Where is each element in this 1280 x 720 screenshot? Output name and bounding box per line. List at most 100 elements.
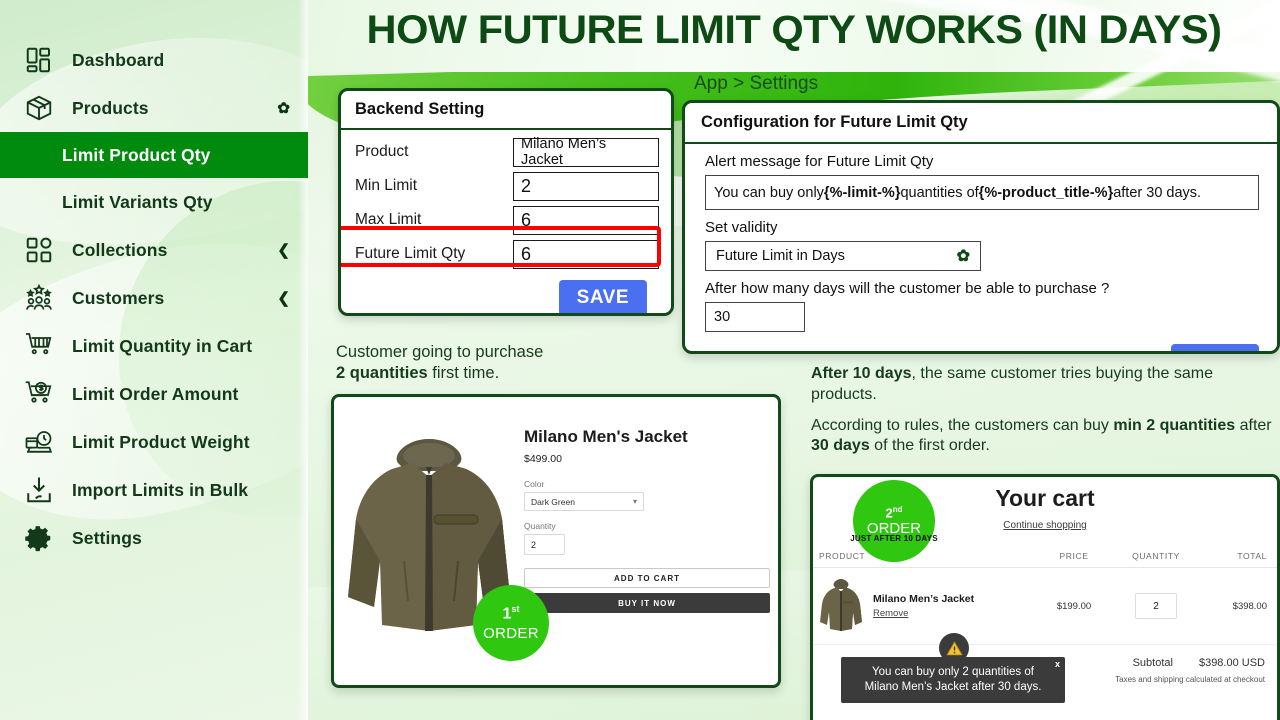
middle-caption-line1: Customer going to purchase xyxy=(336,343,544,361)
sidebar-item-import-limits-in-bulk[interactable]: Import Limits in Bulk xyxy=(0,466,308,514)
quantity-label: Quantity xyxy=(524,521,556,531)
sidebar-item-label: Limit Order Amount xyxy=(72,383,239,404)
chevron-left-icon[interactable]: ❮ xyxy=(277,289,290,307)
product-field[interactable]: Milano Men’s Jacket xyxy=(513,136,659,168)
weight-icon xyxy=(22,425,56,459)
cart-dollar-icon xyxy=(22,377,56,411)
cart-subtotal-value: $398.00 USD xyxy=(1198,657,1265,669)
right-caption-text-2a: According to rules, the customers can bu… xyxy=(811,416,1114,434)
tooltip-line-2: Milano Men’s Jacket after 30 days. xyxy=(864,680,1042,693)
sidebar-item-limit-product-qty[interactable]: Limit Product Qty xyxy=(0,132,308,178)
sidebar-item-settings[interactable]: Settings xyxy=(0,514,308,562)
backend-setting-panel: Backend Setting Product Milano Men’s Jac… xyxy=(338,88,674,316)
alert-token-product-title: {%-product_title-%} xyxy=(978,184,1114,201)
gear-icon xyxy=(22,521,56,555)
middle-caption-tail: first time. xyxy=(427,364,500,383)
days-input[interactable]: 30 xyxy=(705,302,805,332)
sidebar-item-products[interactable]: Products ✿ xyxy=(0,84,308,132)
right-caption-paragraph-2: According to rules, the customers can bu… xyxy=(811,416,1280,458)
backend-label-future-limit-qty: Future Limit Qty xyxy=(355,245,466,262)
cart-icon xyxy=(22,329,56,363)
sidebar-item-limit-order-amount[interactable]: Limit Order Amount xyxy=(0,370,308,418)
backend-label-max-limit: Max Limit xyxy=(355,211,422,228)
first-order-badge: 1st ORDER xyxy=(473,585,549,661)
set-validity-select[interactable]: Future Limit in Days ✿ xyxy=(705,241,981,271)
alert-token-limit: {%-limit-%} xyxy=(823,184,901,201)
sidebar-item-collections[interactable]: Collections ❮ xyxy=(0,226,308,274)
cart-quantity-input[interactable]: 2 xyxy=(1135,593,1177,619)
right-caption-paragraph-1: After 10 days, the same customer tries b… xyxy=(811,364,1280,406)
right-caption-text-2d: of the first order. xyxy=(869,437,990,455)
product-image-column: 1st ORDER xyxy=(334,397,549,685)
cart-product-price: $199.00 xyxy=(1056,600,1092,612)
right-caption-bold-3: 30 days xyxy=(811,437,870,455)
cart-inner: Your cart Continue shopping PRODUCT PRIC… xyxy=(813,477,1277,720)
customers-icon xyxy=(22,281,56,315)
sidebar-item-label: Limit Variants Qty xyxy=(62,191,213,212)
sidebar-menu: Dashboard Products ✿ Limit Product Qty L… xyxy=(0,0,308,562)
alert-message-input[interactable]: You can buy only {%-limit-%} quantities … xyxy=(705,175,1259,210)
sidebar-item-limit-variants-qty[interactable]: Limit Variants Qty xyxy=(0,178,308,226)
limit-warning-tooltip: x You can buy only 2 quantities of Milan… xyxy=(841,657,1065,703)
sidebar-item-label: Import Limits in Bulk xyxy=(72,479,249,500)
backend-row-product: Product Milano Men’s Jacket xyxy=(355,136,659,168)
warning-triangle-icon xyxy=(946,641,962,655)
quantity-input[interactable]: 2 xyxy=(524,534,565,555)
box-icon xyxy=(22,91,56,125)
sidebar-item-limit-product-weight[interactable]: Limit Product Weight xyxy=(0,418,308,466)
future-limit-qty-field[interactable]: 6 xyxy=(513,239,659,269)
sidebar-item-dashboard[interactable]: Dashboard xyxy=(0,36,308,84)
jacket-thumb-icon xyxy=(820,579,862,631)
configuration-body: Alert message for Future Limit Qty You c… xyxy=(685,144,1277,351)
sidebar-item-label: Limit Product Weight xyxy=(72,431,250,452)
backend-row-future-limit-qty: Future Limit Qty 6 xyxy=(355,238,659,270)
cart-product-cell: Milano Men’s Jacket Remove xyxy=(819,576,1037,636)
close-icon[interactable]: x xyxy=(1055,659,1060,671)
color-select[interactable]: Dark Green ▾ xyxy=(524,492,644,511)
set-validity-value: Future Limit in Days xyxy=(716,248,845,264)
backend-save-row: SAVE xyxy=(355,272,659,313)
breadcrumb: App > Settings xyxy=(694,73,819,94)
sidebar-item-label: Collections xyxy=(72,239,168,260)
cart-header-quantity: QUANTITY xyxy=(1132,551,1180,561)
page-title: HOW FUTURE LIMIT QTY WORKS (IN DAYS) xyxy=(366,8,1222,52)
sidebar-item-label: Limit Product Qty xyxy=(62,144,211,165)
chevron-down-icon[interactable]: ✿ xyxy=(277,99,290,117)
second-order-subtext: JUST AFTER 10 DAYS xyxy=(850,534,938,543)
sidebar-item-label: Customers xyxy=(72,287,165,308)
product-detail-card: 1st ORDER Milano Men's Jacket $499.00 Co… xyxy=(331,394,781,688)
min-limit-field[interactable]: 2 xyxy=(513,171,659,201)
import-icon xyxy=(22,473,56,507)
backend-save-button[interactable]: SAVE xyxy=(558,280,647,313)
first-order-number: 1st xyxy=(502,604,520,623)
alert-text-part1: You can buy only xyxy=(714,184,824,201)
alert-text-part2: quantities of xyxy=(900,184,979,201)
sidebar-item-customers[interactable]: Customers ❮ xyxy=(0,274,308,322)
add-to-cart-button[interactable]: ADD TO CART xyxy=(524,568,770,588)
cart-card: Your cart Continue shopping PRODUCT PRIC… xyxy=(810,474,1280,720)
sidebar-item-limit-quantity-in-cart[interactable]: Limit Quantity in Cart xyxy=(0,322,308,370)
right-caption: After 10 days, the same customer tries b… xyxy=(811,364,1280,467)
cart-subtotal-label: Subtotal xyxy=(1132,657,1173,669)
buy-it-now-button[interactable]: BUY IT NOW xyxy=(524,593,770,613)
configuration-save-button[interactable]: SAVE xyxy=(1170,344,1259,351)
second-order-number: 2nd xyxy=(885,504,903,521)
chevron-down-icon: ▾ xyxy=(632,497,637,506)
cart-product-info: Milano Men’s Jacket Remove xyxy=(873,593,974,619)
days-question-label: After how many days will the customer be… xyxy=(705,280,1110,297)
max-limit-field[interactable]: 6 xyxy=(513,205,659,235)
sidebar-item-label: Settings xyxy=(72,527,142,548)
cart-header-total: TOTAL xyxy=(1237,551,1267,561)
product-price: $499.00 xyxy=(524,453,562,465)
chevron-left-icon[interactable]: ❮ xyxy=(277,241,290,259)
cart-row: Milano Men’s Jacket Remove $199.00 2 $39… xyxy=(813,568,1277,645)
sidebar-item-label: Products xyxy=(72,97,149,118)
backend-row-max-limit: Max Limit 6 xyxy=(355,204,659,236)
dashboard-icon xyxy=(22,43,56,77)
cart-product-name: Milano Men’s Jacket xyxy=(873,593,975,605)
middle-caption: Customer going to purchase 2 quantities … xyxy=(336,342,756,384)
cart-remove-link[interactable]: Remove xyxy=(873,608,974,619)
cart-header-product: PRODUCT xyxy=(819,551,866,561)
configuration-title: Configuration for Future Limit Qty xyxy=(685,103,1277,144)
right-caption-bold-2: min 2 quantities xyxy=(1113,416,1236,434)
